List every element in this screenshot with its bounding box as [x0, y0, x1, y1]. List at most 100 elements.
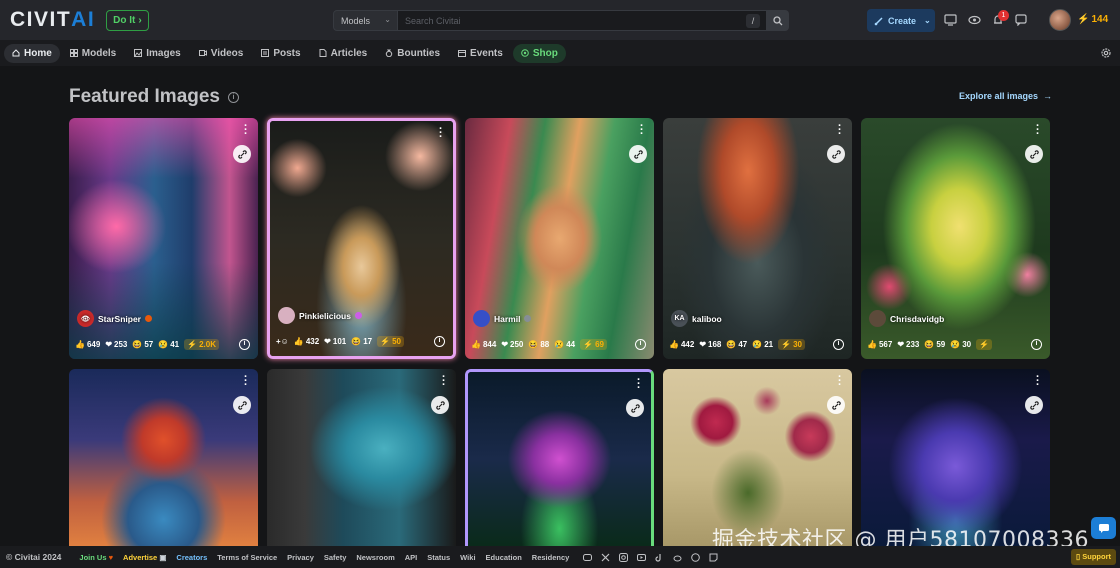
card-image[interactable] — [861, 369, 1050, 546]
add-reaction-button[interactable]: +☺ — [276, 337, 289, 346]
link-icon[interactable] — [827, 396, 845, 414]
x-twitter-icon[interactable] — [601, 553, 610, 562]
reddit-icon[interactable] — [673, 553, 682, 562]
image-card[interactable]: · · · — [465, 369, 654, 546]
nav-item-events[interactable]: Events — [450, 44, 511, 63]
image-card[interactable]: · · · — [663, 369, 852, 546]
more-options-icon[interactable]: · · · — [1036, 372, 1040, 391]
more-options-icon[interactable]: · · · — [439, 124, 443, 143]
image-info-icon[interactable]: i — [434, 336, 445, 347]
image-card[interactable]: · · · — [69, 369, 258, 546]
advertise-link[interactable]: Advertise ▣ — [123, 553, 166, 562]
footer-link-newsroom[interactable]: Newsroom — [356, 553, 394, 562]
footer-link-residency[interactable]: Residency — [532, 553, 570, 562]
card-user[interactable]: Harmil — [473, 310, 532, 327]
footer-link-terms[interactable]: Terms of Service — [217, 553, 277, 562]
do-it-button[interactable]: Do It › — [106, 9, 149, 31]
chat-fab-button[interactable] — [1091, 517, 1116, 539]
nav-item-bounties[interactable]: Bounties — [377, 44, 448, 63]
more-options-icon[interactable]: · · · — [838, 121, 842, 140]
nav-item-shop[interactable]: Shop — [512, 43, 566, 63]
nav-item-images[interactable]: Images — [126, 44, 188, 63]
more-options-icon[interactable]: · · · — [442, 372, 446, 391]
buzz-tip[interactable]: ⚡ — [976, 339, 993, 350]
info-icon[interactable]: i — [228, 91, 239, 103]
laugh-reaction[interactable]: 😆 57 — [132, 340, 153, 349]
upload-icon[interactable] — [941, 11, 959, 29]
chat-icon[interactable] — [1012, 11, 1030, 29]
link-icon[interactable] — [1025, 145, 1043, 163]
link-icon[interactable] — [827, 145, 845, 163]
image-info-icon[interactable]: i — [833, 339, 844, 350]
creators-link[interactable]: Creators — [176, 553, 207, 562]
create-button[interactable]: Create ⌄ — [867, 9, 935, 32]
like-reaction[interactable]: 👍 442 — [669, 340, 694, 349]
more-options-icon[interactable]: · · · — [640, 121, 644, 140]
link-icon[interactable] — [233, 145, 251, 163]
footer-link-safety[interactable]: Safety — [324, 553, 347, 562]
link-icon[interactable] — [431, 396, 449, 414]
civitai-logo[interactable]: CIVIT AI — [10, 0, 95, 40]
github-icon[interactable] — [691, 552, 701, 562]
heart-reaction[interactable]: ❤ 101 — [324, 337, 346, 346]
more-options-icon[interactable]: · · · — [838, 372, 842, 391]
heart-reaction[interactable]: ❤ 168 — [699, 340, 721, 349]
twitch-icon[interactable] — [709, 553, 718, 562]
image-info-icon[interactable]: i — [635, 339, 646, 350]
footer-link-api[interactable]: API — [405, 553, 418, 562]
card-user[interactable]: KA kaliboo — [671, 310, 722, 327]
laugh-reaction[interactable]: 😆 17 — [351, 337, 372, 346]
footer-link-education[interactable]: Education — [486, 553, 522, 562]
heart-reaction[interactable]: ❤ 253 — [105, 340, 127, 349]
image-card[interactable]: · · · 👁 StarSniper 👍 649 ❤ 253 😆 57 😢 41 ⚡ 2.0K… — [69, 118, 258, 359]
image-card[interactable]: · · · KA kaliboo 👍 442 ❤ 168 😆 47 😢 21 ⚡ 30 i — [663, 118, 852, 359]
like-reaction[interactable]: 👍 844 — [471, 340, 496, 349]
more-options-icon[interactable]: · · · — [637, 375, 641, 394]
buzz-tip[interactable]: ⚡ 30 — [778, 339, 806, 350]
nav-item-models[interactable]: Models — [62, 44, 124, 63]
card-image[interactable] — [267, 369, 456, 546]
cry-reaction[interactable]: 😢 41 — [158, 340, 179, 349]
join-us-link[interactable]: Join Us ♥ — [79, 553, 113, 562]
nav-item-articles[interactable]: Articles — [311, 44, 376, 63]
laugh-reaction[interactable]: 😆 59 — [924, 340, 945, 349]
like-reaction[interactable]: 👍 649 — [75, 340, 100, 349]
explore-all-images-link[interactable]: Explore all images → — [959, 91, 1052, 101]
support-button[interactable]: ▯ Support — [1071, 549, 1116, 565]
eye-icon[interactable] — [965, 11, 983, 29]
laugh-reaction[interactable]: 😆 88 — [528, 340, 549, 349]
card-image[interactable] — [663, 369, 852, 546]
link-icon[interactable] — [1025, 396, 1043, 414]
nav-item-videos[interactable]: Videos — [191, 44, 252, 63]
card-user[interactable]: 👁 StarSniper — [77, 310, 152, 327]
nav-item-posts[interactable]: Posts — [253, 44, 308, 63]
link-icon[interactable] — [626, 399, 644, 417]
cry-reaction[interactable]: 😢 30 — [950, 340, 971, 349]
heart-reaction[interactable]: ❤ 250 — [501, 340, 523, 349]
card-user[interactable]: Pinkielicious — [278, 307, 362, 324]
image-card[interactable]: · · · — [267, 369, 456, 546]
discord-icon[interactable] — [583, 553, 593, 562]
user-avatar[interactable] — [1049, 9, 1071, 31]
card-user[interactable]: Chrisdavidgb — [869, 310, 944, 327]
like-reaction[interactable]: 👍 567 — [867, 340, 892, 349]
image-card[interactable]: · · · Harmil 👍 844 ❤ 250 😆 88 😢 44 ⚡ 69 i — [465, 118, 654, 359]
more-options-icon[interactable]: · · · — [1036, 121, 1040, 140]
buzz-tip[interactable]: ⚡ 50 — [377, 336, 404, 347]
link-icon[interactable] — [629, 145, 647, 163]
footer-link-status[interactable]: Status — [427, 553, 450, 562]
tiktok-icon[interactable] — [655, 553, 664, 562]
buzz-tip[interactable]: ⚡ 69 — [580, 339, 608, 350]
cry-reaction[interactable]: 😢 21 — [752, 340, 773, 349]
more-options-icon[interactable]: · · · — [244, 121, 248, 140]
buzz-balance[interactable]: ⚡ 144 — [1077, 14, 1108, 25]
image-info-icon[interactable]: i — [1031, 339, 1042, 350]
footer-link-wiki[interactable]: Wiki — [460, 553, 475, 562]
image-card[interactable]: · · · Chrisdavidgb 👍 567 ❤ 233 😆 59 😢 30 ⚡ i — [861, 118, 1050, 359]
youtube-icon[interactable] — [637, 553, 647, 562]
link-icon[interactable] — [233, 396, 251, 414]
footer-link-privacy[interactable]: Privacy — [287, 553, 314, 562]
more-options-icon[interactable]: · · · — [244, 372, 248, 391]
settings-gear-icon[interactable] — [1100, 47, 1112, 59]
search-button[interactable] — [767, 10, 789, 31]
